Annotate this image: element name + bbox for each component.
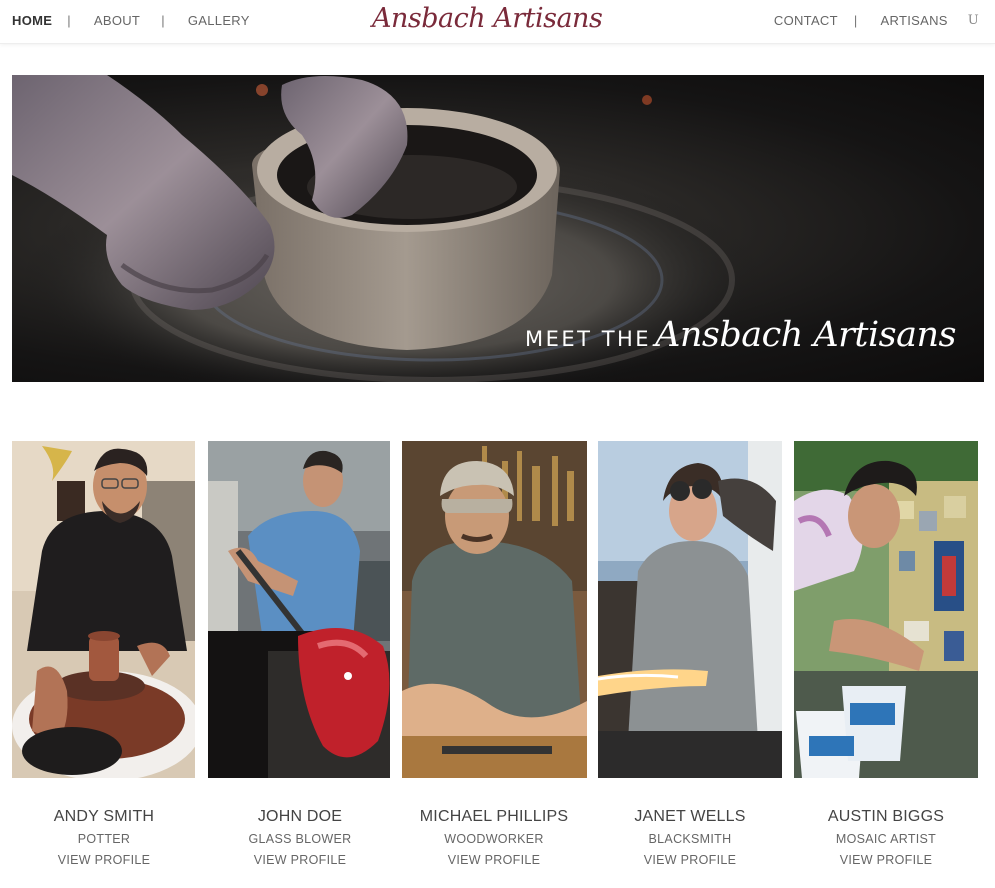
nav-left: HOME | ABOUT | GALLERY (12, 13, 250, 28)
artisan-role: POTTER (77, 832, 131, 846)
nav-separator: | (853, 13, 858, 28)
artisan-role: GLASS BLOWER (248, 832, 352, 846)
hero-caption: MEET THE Ansbach Artisans (525, 315, 956, 355)
artisan-name[interactable]: ANDY SMITH (0, 808, 216, 826)
nav-contact-link[interactable]: CONTACT (774, 13, 838, 28)
hero-caption-prefix: MEET THE (525, 327, 652, 351)
artisan-name[interactable]: AUSTIN BIGGS (774, 808, 995, 826)
artisan-info: ANDY SMITH POTTER VIEW PROFILE (0, 808, 216, 867)
nav-right: CONTACT | ARTISANS U (774, 13, 979, 28)
nav-separator: | (161, 13, 165, 28)
artisan-photo[interactable] (794, 441, 978, 778)
nav-home-link[interactable]: HOME (12, 13, 52, 28)
artisan-name[interactable]: JOHN DOE (188, 808, 412, 826)
artisan-role: WOODWORKER (444, 832, 544, 846)
nav-about-link[interactable]: ABOUT (94, 13, 140, 28)
brand-logo[interactable]: Ansbach Artisans (372, 3, 603, 34)
artisan-info: MICHAEL PHILLIPS WOODWORKER VIEW PROFILE (382, 808, 606, 867)
hero-caption-name: Ansbach Artisans (655, 315, 956, 355)
artisan-role: BLACKSMITH (648, 832, 732, 846)
hero-banner: MEET THE Ansbach Artisans (12, 75, 984, 382)
blacksmith-photo (598, 441, 782, 778)
view-profile-link[interactable]: VIEW PROFILE (774, 853, 995, 867)
glass-blower-photo (208, 441, 390, 778)
potter-photo (12, 441, 195, 778)
mosaic-artist-photo (794, 441, 978, 778)
artisan-role: MOSAIC ARTIST (835, 832, 937, 846)
site-header: HOME | ABOUT | GALLERY Ansbach Artisans … (0, 0, 995, 44)
artisan-photo[interactable] (402, 441, 587, 778)
artisan-info: JOHN DOE GLASS BLOWER VIEW PROFILE (188, 808, 412, 867)
view-profile-link[interactable]: VIEW PROFILE (382, 853, 606, 867)
view-profile-link[interactable]: VIEW PROFILE (0, 853, 216, 867)
artisan-photo[interactable] (208, 441, 390, 778)
artisan-photo[interactable] (12, 441, 195, 778)
nav-separator: | (67, 13, 71, 28)
view-profile-link[interactable]: VIEW PROFILE (188, 853, 412, 867)
artisan-info: JANET WELLS BLACKSMITH VIEW PROFILE (578, 808, 802, 867)
artisan-photo[interactable] (598, 441, 782, 778)
woodworker-photo (402, 441, 587, 778)
nav-artisans-link[interactable]: ARTISANS (881, 13, 948, 28)
artisan-name[interactable]: JANET WELLS (578, 808, 802, 826)
artisan-info: AUSTIN BIGGS MOSAIC ARTIST VIEW PROFILE (774, 808, 995, 867)
nav-gallery-link[interactable]: GALLERY (188, 13, 250, 28)
artisan-name[interactable]: MICHAEL PHILLIPS (382, 808, 606, 826)
view-profile-link[interactable]: VIEW PROFILE (578, 853, 802, 867)
nav-truncated-link[interactable]: U (968, 13, 979, 28)
